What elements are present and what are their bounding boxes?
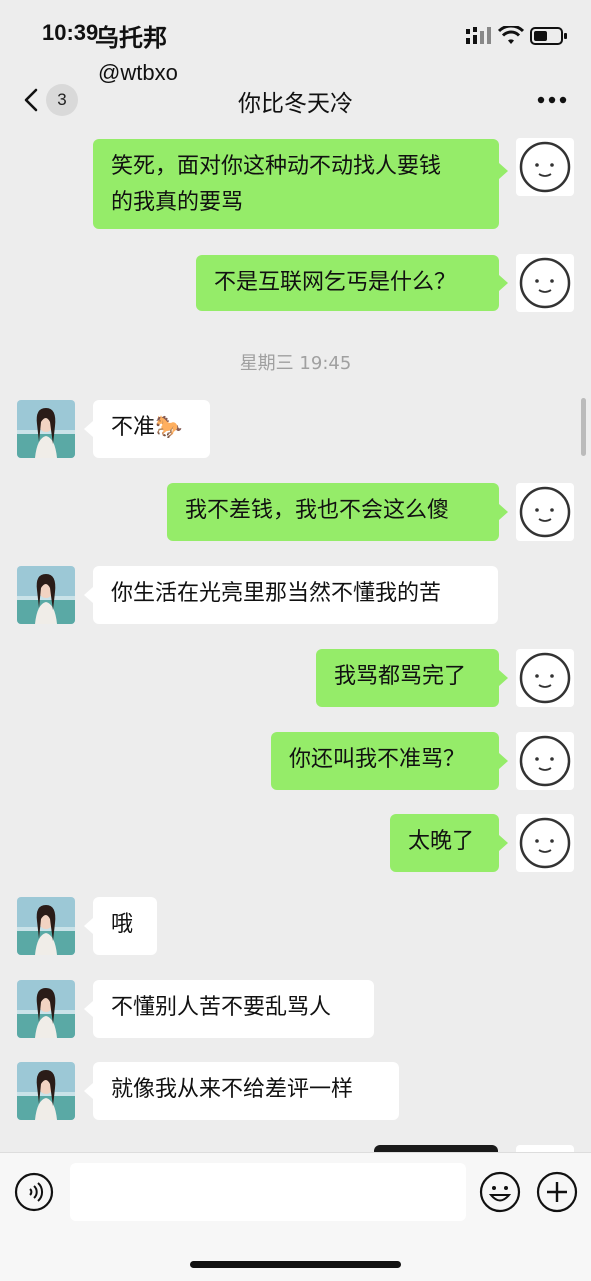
message-bubble[interactable]: 你还叫我不准骂？ — [271, 732, 499, 790]
message-bubble[interactable]: 就像我从来不给差评一样 — [93, 1062, 399, 1120]
message-bubble[interactable]: 不懂别人苦不要乱骂人 — [93, 980, 374, 1038]
input-bar — [0, 1152, 591, 1281]
message-bubble[interactable]: 笑死，面对你这种动不动找人要钱 的我真的要骂 — [93, 139, 499, 229]
signal-icon — [466, 27, 491, 44]
message-bubble[interactable]: 我不差钱，我也不会这么傻 — [167, 483, 499, 541]
my-avatar[interactable] — [516, 814, 574, 872]
contact-avatar[interactable] — [17, 897, 75, 955]
contact-photo — [17, 897, 75, 955]
message-bubble[interactable]: 不准🐎 — [93, 400, 210, 458]
message-list[interactable]: 笑死，面对你这种动不动找人要钱 的我真的要骂 不是互联网乞丐是什么？ 星期三 1… — [0, 130, 591, 1152]
my-avatar[interactable] — [516, 483, 574, 541]
timestamp: 星期三 19:45 — [239, 353, 352, 374]
emoji-icon[interactable] — [478, 1170, 522, 1214]
smiley-avatar-icon — [519, 817, 571, 869]
message-bubble[interactable]: 哦 — [93, 897, 157, 955]
my-avatar[interactable] — [516, 649, 574, 707]
my-avatar[interactable] — [516, 1145, 574, 1152]
smiley-avatar-icon — [519, 652, 571, 704]
message-bubble-dark[interactable] — [374, 1145, 498, 1152]
my-avatar[interactable] — [516, 138, 574, 196]
voice-icon[interactable] — [14, 1172, 54, 1212]
watermark-title: 乌托邦 — [95, 24, 167, 52]
chat-title: 你比冬天冷 — [238, 91, 353, 117]
plus-icon[interactable] — [535, 1170, 579, 1214]
more-icon[interactable] — [537, 96, 567, 104]
message-bubble[interactable]: 我骂都骂完了 — [316, 649, 499, 707]
status-bar: 10:39 乌托邦 @wtbxo — [0, 0, 591, 85]
smiley-avatar-icon — [519, 257, 571, 309]
contact-photo — [17, 980, 75, 1038]
chat-header: 3 你比冬天冷 — [0, 70, 591, 130]
my-avatar[interactable] — [516, 732, 574, 790]
contact-avatar[interactable] — [17, 566, 75, 624]
home-indicator[interactable] — [190, 1261, 401, 1268]
message-bubble[interactable]: 太晚了 — [390, 814, 499, 872]
message-bubble[interactable]: 不是互联网乞丐是什么？ — [196, 255, 499, 311]
smiley-avatar-icon — [519, 486, 571, 538]
contact-avatar[interactable] — [17, 980, 75, 1038]
scrollbar[interactable] — [581, 398, 586, 456]
my-avatar[interactable] — [516, 254, 574, 312]
message-input[interactable] — [70, 1163, 466, 1221]
smiley-avatar-icon — [519, 141, 571, 193]
contact-photo — [17, 566, 75, 624]
battery-icon — [530, 27, 567, 45]
contact-avatar[interactable] — [17, 1062, 75, 1120]
contact-photo — [17, 400, 75, 458]
message-bubble[interactable]: 你生活在光亮里那当然不懂我的苦 — [93, 566, 498, 624]
contact-avatar[interactable] — [17, 400, 75, 458]
status-time: 10:39 — [42, 20, 99, 45]
wifi-icon — [498, 26, 524, 44]
contact-photo — [17, 1062, 75, 1120]
smiley-avatar-icon — [519, 735, 571, 787]
